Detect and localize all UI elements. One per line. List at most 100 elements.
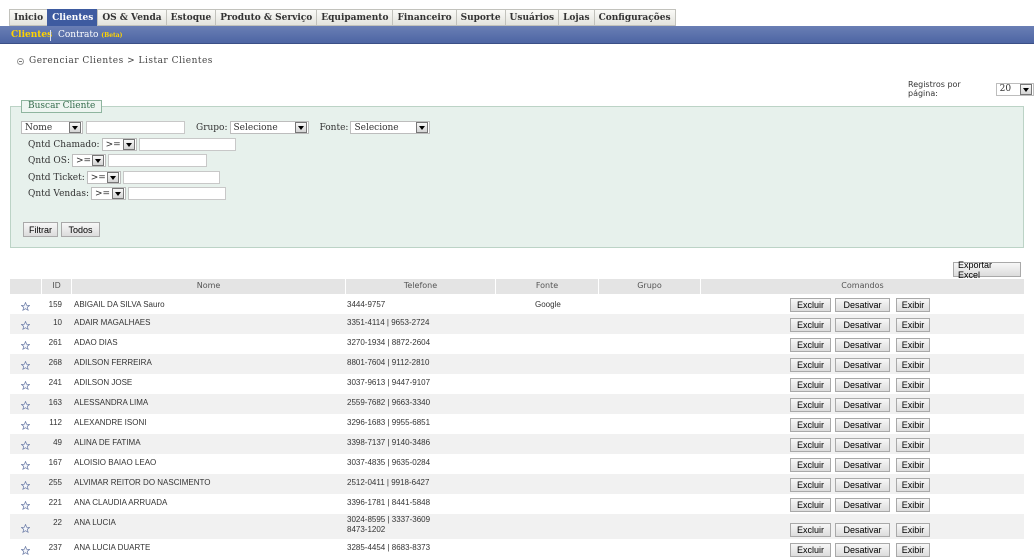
collapse-icon[interactable] (17, 57, 24, 65)
table-row: 112 ALEXANDRE ISONI 3296-1683 | 9955-6851 E… (10, 414, 1024, 434)
menu-tab-9[interactable]: Lojas (558, 9, 594, 26)
menu-tab-0[interactable]: Inicio (9, 9, 48, 26)
menu-tab-5[interactable]: Equipamento (316, 9, 393, 26)
menu-tab-1[interactable]: Clientes (47, 9, 98, 26)
operator-value: >= (105, 139, 121, 150)
cell-phone: 3024-8595 | 3337-3609 (347, 515, 431, 524)
qntd-vendas-operator[interactable]: >= (91, 187, 126, 200)
header-group[interactable]: Grupo (598, 279, 700, 294)
qntd-vendas-input[interactable] (128, 187, 226, 200)
cell-name: ABIGAIL DA SILVA Sauro (74, 300, 165, 309)
operator-value: >= (95, 188, 111, 199)
deactivate-button[interactable]: Desativar (835, 418, 890, 432)
cell-name: ALOISIO BAIAO LEAO (74, 458, 157, 467)
cell-name: ADAIR MAGALHAES (74, 318, 151, 327)
view-button[interactable]: Exibir (896, 543, 930, 557)
deactivate-button[interactable]: Desativar (835, 458, 890, 472)
per-page-select[interactable]: 20 (995, 82, 1034, 96)
delete-button[interactable]: Excluir (790, 478, 831, 492)
all-button[interactable]: Todos (61, 222, 100, 237)
cell-phone: 8801-7604 | 9112-2810 (347, 358, 430, 367)
deactivate-button[interactable]: Desativar (835, 523, 890, 537)
cell-source: Google (535, 300, 561, 309)
cell-phone: 2559-7682 | 9663-3340 (347, 398, 431, 407)
menu-tab-7[interactable]: Suporte (455, 9, 505, 26)
view-button[interactable]: Exibir (896, 398, 930, 412)
deactivate-button[interactable]: Desativar (835, 358, 890, 372)
menu-tab-4[interactable]: Produto & Serviço (215, 9, 317, 26)
cell-name: ALEXANDRE ISONI (74, 418, 147, 427)
delete-button[interactable]: Excluir (790, 358, 831, 372)
view-button[interactable]: Exibir (896, 418, 930, 432)
view-button[interactable]: Exibir (896, 478, 930, 492)
chevron-down-icon (92, 155, 104, 166)
deactivate-button[interactable]: Desativar (835, 543, 890, 557)
grupo-select[interactable]: Selecione (229, 121, 309, 134)
header-id[interactable]: ID (41, 279, 71, 294)
delete-button[interactable]: Excluir (790, 378, 831, 392)
search-input[interactable] (86, 121, 185, 134)
header-commands: Comandos (700, 279, 1024, 294)
view-button[interactable]: Exibir (896, 438, 930, 452)
menu-tab-2[interactable]: OS & Venda (97, 9, 166, 26)
qntd-os-operator[interactable]: >= (72, 154, 106, 167)
qntd-chamado-operator[interactable]: >= (101, 138, 137, 151)
view-button[interactable]: Exibir (896, 498, 930, 512)
cell-id: 10 (53, 318, 62, 327)
qntd-ticket-operator[interactable]: >= (86, 171, 121, 184)
cell-phone: 3444-9757 (347, 300, 386, 309)
menu-tab-10[interactable]: Configurações (593, 9, 676, 26)
chevron-down-icon (294, 122, 307, 133)
view-button[interactable]: Exibir (896, 318, 930, 332)
search-row-main: Nome Grupo: Selecione Fonte: Selecione (21, 121, 431, 134)
menu-tab-3[interactable]: Estoque (165, 9, 216, 26)
submenu-clientes[interactable]: Clientes (11, 30, 52, 40)
delete-button[interactable]: Excluir (790, 498, 831, 512)
view-button[interactable]: Exibir (896, 298, 930, 312)
delete-button[interactable]: Excluir (790, 543, 831, 557)
search-legend: Buscar Cliente (21, 100, 103, 113)
view-button[interactable]: Exibir (896, 458, 930, 472)
delete-button[interactable]: Excluir (790, 458, 831, 472)
view-button[interactable]: Exibir (896, 358, 930, 372)
delete-button[interactable]: Excluir (790, 418, 831, 432)
cell-phone: 3398-7137 | 9140-3486 (347, 438, 431, 447)
deactivate-button[interactable]: Desativar (835, 478, 890, 492)
header-source[interactable]: Fonte (495, 279, 598, 294)
export-excel-button[interactable]: Exportar Excel (953, 260, 1021, 280)
qntd-ticket-input[interactable] (122, 171, 220, 184)
header-name[interactable]: Nome (71, 279, 345, 294)
filter-button[interactable]: Filtrar (23, 222, 58, 237)
delete-button[interactable]: Excluir (790, 298, 831, 312)
delete-button[interactable]: Excluir (790, 438, 831, 452)
search-field-select[interactable]: Nome (21, 121, 83, 134)
delete-button[interactable]: Excluir (790, 338, 831, 352)
cell-phone: 3270-1934 | 8872-2604 (347, 338, 431, 347)
deactivate-button[interactable]: Desativar (835, 398, 890, 412)
view-button[interactable]: Exibir (896, 338, 930, 352)
table-row: 49 ALINA DE FATIMA 3398-7137 | 9140-3486 Ex… (10, 434, 1024, 454)
cell-phone: 3285-4454 | 8683-8373 (347, 543, 431, 552)
delete-button[interactable]: Excluir (790, 398, 831, 412)
deactivate-button[interactable]: Desativar (835, 338, 890, 352)
deactivate-button[interactable]: Desativar (835, 438, 890, 452)
cell-phone: 3037-9613 | 9447-9107 (347, 378, 431, 387)
deactivate-button[interactable]: Desativar (835, 298, 890, 312)
qntd-chamado-input[interactable] (138, 138, 236, 151)
view-button[interactable]: Exibir (896, 378, 930, 392)
cell-id: 241 (48, 378, 62, 387)
fonte-select[interactable]: Selecione (350, 121, 431, 134)
header-phone[interactable]: Telefone (345, 279, 495, 294)
deactivate-button[interactable]: Desativar (835, 318, 890, 332)
deactivate-button[interactable]: Desativar (835, 498, 890, 512)
view-button[interactable]: Exibir (896, 523, 930, 537)
menu-tab-6[interactable]: Financeiro (392, 9, 456, 26)
deactivate-button[interactable]: Desativar (835, 378, 890, 392)
delete-button[interactable]: Excluir (790, 523, 831, 537)
qntd-os-input[interactable] (108, 154, 207, 167)
cell-phone: 2512-0411 | 9918-6427 (347, 478, 430, 487)
menu-tab-8[interactable]: Usuários (504, 9, 559, 26)
delete-button[interactable]: Excluir (790, 318, 831, 332)
submenu-contrato[interactable]: Contrato (Beta) (58, 30, 123, 40)
qntd-chamado-label: Qntd Chamado: (28, 139, 100, 150)
